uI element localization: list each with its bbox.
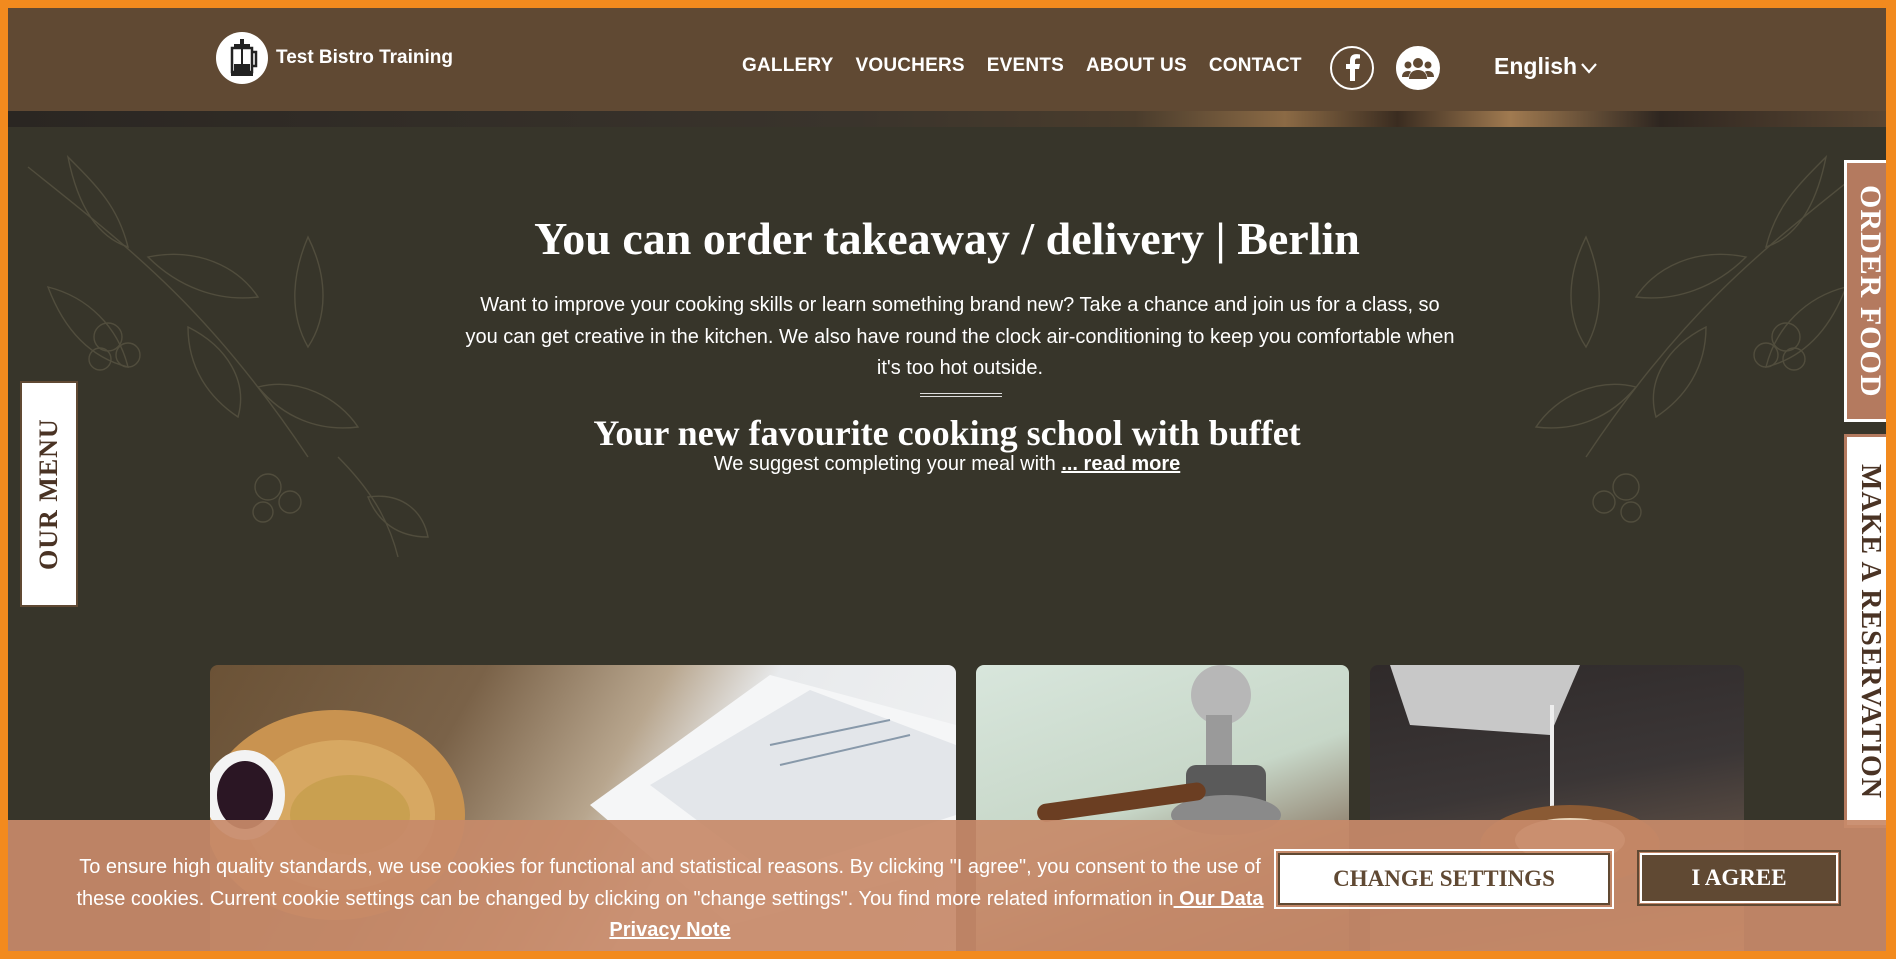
change-settings-button[interactable]: CHANGE SETTINGS: [1274, 849, 1614, 909]
site-name: Test Bistro Training: [276, 47, 454, 68]
language-selector[interactable]: English: [1494, 53, 1597, 80]
intro-paragraph: Want to improve your cooking skills or l…: [465, 294, 1455, 379]
nav-events[interactable]: EVENTS: [987, 55, 1064, 77]
chevron-down-icon: [1581, 53, 1597, 80]
language-label: English: [1494, 53, 1578, 79]
header: Test Bistro Training GALLERY VOUCHERS EV…: [8, 8, 1886, 111]
nav-about-us[interactable]: ABOUT US: [1086, 55, 1187, 77]
nav-gallery[interactable]: GALLERY: [742, 55, 833, 77]
site-logo[interactable]: Test Bistro Training: [216, 32, 453, 84]
section-divider: [920, 393, 1002, 397]
agree-button[interactable]: I AGREE: [1637, 850, 1841, 906]
make-reservation-tab[interactable]: MAKE A RESERVATION: [1844, 434, 1886, 828]
suggestion-text: We suggest completing your meal with: [713, 453, 1062, 475]
cookie-banner: To ensure high quality standards, we use…: [8, 820, 1886, 951]
cookie-message: To ensure high quality standards, we use…: [60, 852, 1280, 947]
main-nav: GALLERY VOUCHERS EVENTS ABOUT US CONTACT: [742, 55, 1302, 77]
group-icon[interactable]: [1396, 46, 1440, 90]
section-subtitle: Your new favourite cooking school with b…: [593, 413, 1301, 453]
french-press-logo-icon: [216, 32, 268, 84]
suggestion-line: We suggest completing your meal with ...…: [8, 453, 1886, 476]
order-food-tab[interactable]: ORDER FOOD: [1844, 160, 1886, 422]
nav-vouchers[interactable]: VOUCHERS: [855, 55, 964, 77]
leaf-pattern-decoration: [1534, 154, 1867, 523]
browser-frame: Test Bistro Training GALLERY VOUCHERS EV…: [0, 0, 1896, 959]
cookie-text: To ensure high quality standards, we use…: [76, 856, 1261, 910]
page-title: You can order takeaway / delivery | Berl…: [534, 213, 1360, 264]
our-menu-tab[interactable]: OUR MENU: [20, 381, 78, 607]
nav-contact[interactable]: CONTACT: [1209, 55, 1302, 77]
read-more-link[interactable]: ... read more: [1061, 453, 1180, 475]
facebook-icon[interactable]: [1330, 46, 1374, 90]
header-photo-strip: [8, 111, 1886, 127]
